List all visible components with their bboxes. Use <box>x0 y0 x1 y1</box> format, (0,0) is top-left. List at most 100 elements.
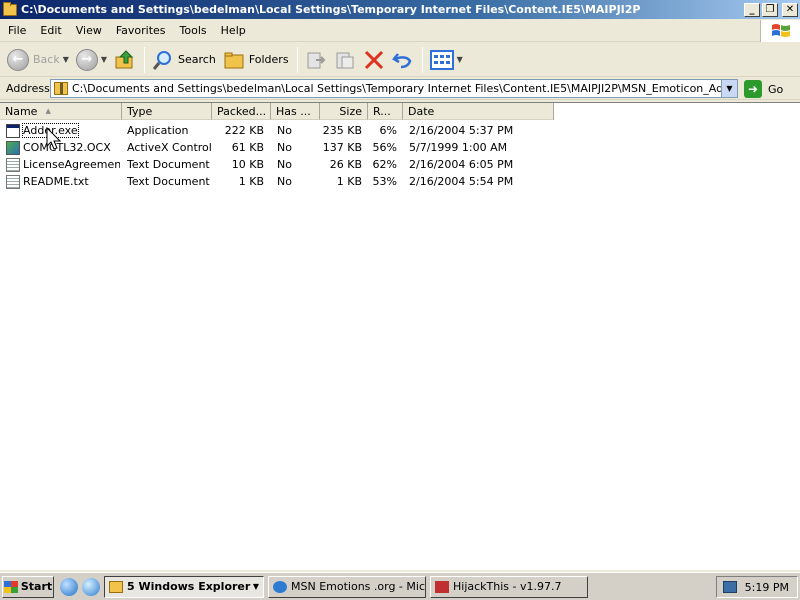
network-icon[interactable] <box>723 581 737 593</box>
ie-window-icon <box>273 580 287 593</box>
address-input[interactable]: C:\Documents and Settings\bedelman\Local… <box>50 79 738 98</box>
undo-icon <box>391 52 411 68</box>
folder-icon <box>109 580 123 593</box>
menu-bar: File Edit View Favorites Tools Help <box>0 20 800 42</box>
address-value[interactable]: C:\Documents and Settings\bedelman\Local… <box>72 82 721 95</box>
file-name-cell[interactable]: README.txt <box>6 173 120 190</box>
column-header-label: Packed... <box>217 104 267 118</box>
menu-file[interactable]: File <box>2 24 32 37</box>
up-folder-icon <box>115 49 134 68</box>
forward-button[interactable]: → ▼ <box>73 46 110 74</box>
file-name-cell[interactable]: LicenseAgreemen... <box>6 156 120 173</box>
file-type: ActiveX Control <box>127 141 211 154</box>
file-date: 2/16/2004 5:37 PM <box>409 124 514 137</box>
file-type: Text Document <box>127 175 210 188</box>
column-header-label: R... <box>373 104 391 118</box>
folders-icon <box>224 52 244 68</box>
activex-icon <box>6 140 20 155</box>
outlook-express-icon[interactable] <box>82 577 100 596</box>
app-icon <box>6 123 20 138</box>
windows-flag-icon <box>3 580 18 593</box>
file-size: 26 KB <box>329 158 362 171</box>
sort-ascending-icon: ▲ <box>45 107 51 115</box>
hijackthis-icon <box>435 580 449 593</box>
text-doc-icon <box>6 157 20 172</box>
file-type: Application <box>127 124 189 137</box>
file-name[interactable]: README.txt <box>23 175 89 188</box>
file-ratio: 6% <box>379 124 397 137</box>
copy-to-button[interactable] <box>331 46 359 74</box>
column-header-size[interactable]: Size <box>320 103 368 120</box>
window-title: C:\Documents and Settings\bedelman\Local… <box>21 3 641 16</box>
task-group-dropdown-icon: ▼ <box>252 582 259 591</box>
file-name[interactable]: LicenseAgreemen... <box>23 158 120 171</box>
forward-arrow-icon: → <box>75 48 98 71</box>
taskbar: Start 5 Windows Explorer ▼ MSN Emotions … <box>0 572 800 600</box>
back-button[interactable]: ← Back ▼ <box>4 46 72 74</box>
file-row-comctl32-ocx[interactable]: COMCTL32.OCX ActiveX Control 61 KB No 13… <box>0 139 560 156</box>
column-header-type[interactable]: Type <box>122 103 212 120</box>
toolbar-separator <box>296 46 298 73</box>
file-has-password: No <box>277 175 292 188</box>
back-label: Back <box>33 53 60 66</box>
copy-to-icon <box>336 52 354 68</box>
menu-tools[interactable]: Tools <box>174 24 213 37</box>
task-windows-explorer[interactable]: 5 Windows Explorer ▼ <box>104 575 264 598</box>
column-header-packed[interactable]: Packed... <box>212 103 271 120</box>
file-packed: 1 KB <box>238 175 264 188</box>
file-row-readme-txt[interactable]: README.txt Text Document 1 KB No 1 KB 53… <box>0 173 560 190</box>
menu-help[interactable]: Help <box>215 24 252 37</box>
go-button[interactable]: ➜ Go <box>744 79 783 99</box>
views-icon <box>429 49 454 70</box>
quick-launch <box>60 577 100 596</box>
file-name[interactable]: COMCTL32.OCX <box>23 141 111 154</box>
column-header-name[interactable]: Name ▲ <box>0 103 122 120</box>
clock[interactable]: 5:19 PM <box>745 581 789 594</box>
text-doc-icon <box>6 174 20 189</box>
menu-favorites[interactable]: Favorites <box>110 24 172 37</box>
task-label: HijackThis - v1.97.7 <box>453 580 562 593</box>
close-button[interactable]: ✕ <box>782 2 798 17</box>
task-label: MSN Emotions .org - Micr... <box>291 580 426 593</box>
undo-button[interactable] <box>389 46 417 74</box>
column-header-label: Has ... <box>276 104 311 118</box>
views-dropdown-icon[interactable]: ▼ <box>457 55 463 64</box>
folders-button[interactable]: Folders <box>220 46 292 74</box>
file-list[interactable]: Name ▲ Type Packed... Has ... Size R... … <box>0 102 800 570</box>
start-button[interactable]: Start <box>2 575 54 598</box>
system-tray: 5:19 PM <box>716 576 798 598</box>
folder-icon <box>3 1 17 16</box>
internet-explorer-icon[interactable] <box>60 577 78 596</box>
forward-dropdown-icon[interactable]: ▼ <box>101 55 107 64</box>
up-folder-button[interactable] <box>111 46 139 74</box>
move-to-button[interactable] <box>302 46 330 74</box>
folders-label: Folders <box>248 53 289 66</box>
file-name-cell[interactable]: COMCTL32.OCX <box>6 139 120 156</box>
menu-view[interactable]: View <box>70 24 108 37</box>
file-ratio: 62% <box>372 158 397 171</box>
views-button[interactable]: ▼ <box>427 46 466 74</box>
column-header-ratio[interactable]: R... <box>368 103 403 120</box>
toolbar-separator <box>144 46 146 73</box>
file-date: 5/7/1999 1:00 AM <box>409 141 508 154</box>
menu-edit[interactable]: Edit <box>34 24 67 37</box>
file-name-cell[interactable]: Adder.exe <box>6 122 120 139</box>
task-hijackthis[interactable]: HijackThis - v1.97.7 <box>430 575 588 598</box>
file-row-adder-exe[interactable]: Adder.exe Application 222 KB No 235 KB 6… <box>0 122 560 139</box>
back-dropdown-icon[interactable]: ▼ <box>63 55 69 64</box>
column-header-date[interactable]: Date <box>403 103 554 120</box>
toolbar: ← Back ▼ → ▼ Search Folders ▼ <box>0 43 800 77</box>
search-button[interactable]: Search <box>149 46 219 74</box>
file-size: 235 KB <box>322 124 362 137</box>
file-row-license-agreement[interactable]: LicenseAgreemen... Text Document 10 KB N… <box>0 156 560 173</box>
delete-button[interactable] <box>360 46 388 74</box>
address-label: Address <box>6 82 50 95</box>
column-header-has-password[interactable]: Has ... <box>271 103 320 120</box>
task-msn-emotions[interactable]: MSN Emotions .org - Micr... <box>268 575 426 598</box>
file-packed: 10 KB <box>231 158 264 171</box>
address-dropdown-icon[interactable]: ▼ <box>721 80 737 97</box>
minimize-button[interactable]: _ <box>744 2 760 17</box>
back-arrow-icon: ← <box>7 48 29 71</box>
maximize-button[interactable]: ❐ <box>762 2 778 17</box>
column-header-label: Type <box>127 104 153 118</box>
